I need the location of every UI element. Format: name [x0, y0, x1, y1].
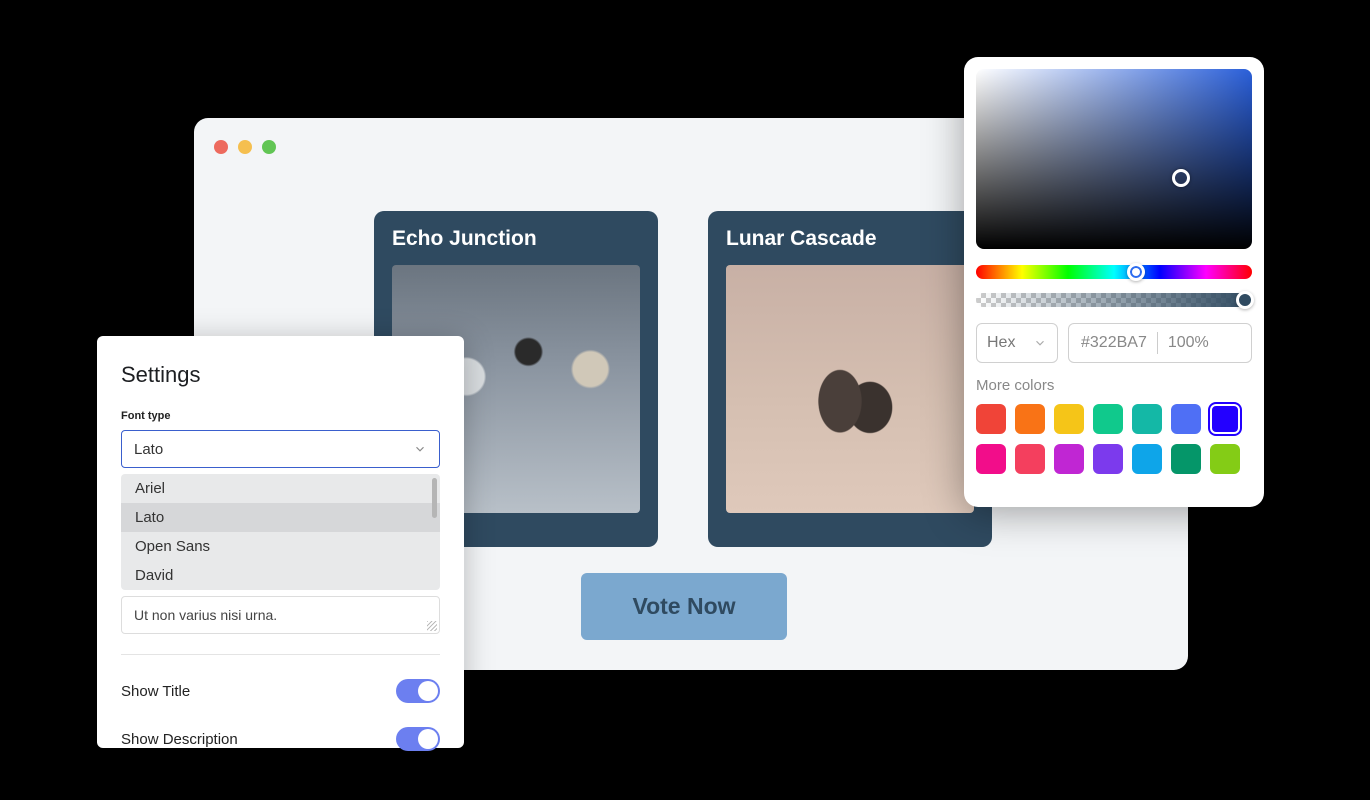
card-title: Echo Junction	[392, 227, 640, 251]
color-swatch[interactable]	[1093, 404, 1123, 434]
hex-input[interactable]: #322BA7 100%	[1068, 323, 1252, 363]
color-swatch[interactable]	[1054, 404, 1084, 434]
color-swatch[interactable]	[1210, 404, 1240, 434]
hex-value: #322BA7	[1081, 334, 1147, 352]
description-value: Ut non varius nisi urna.	[134, 607, 277, 623]
swatch-row	[976, 444, 1252, 474]
color-swatch[interactable]	[976, 404, 1006, 434]
font-dropdown: Ariel Lato Open Sans David	[121, 474, 440, 590]
show-title-row: Show Title	[121, 667, 440, 715]
color-swatch[interactable]	[1093, 444, 1123, 474]
sv-cursor-icon[interactable]	[1172, 169, 1190, 187]
traffic-lights	[214, 140, 276, 154]
divider	[1157, 332, 1158, 354]
saturation-value-picker[interactable]	[976, 69, 1252, 249]
swatch-row	[976, 404, 1252, 434]
card-title: Lunar Cascade	[726, 227, 974, 251]
font-option[interactable]: Lato	[121, 503, 440, 532]
minimize-icon[interactable]	[238, 140, 252, 154]
font-selected-value: Lato	[134, 441, 163, 458]
font-type-label: Font type	[121, 410, 440, 422]
show-title-toggle[interactable]	[396, 679, 440, 703]
resize-handle-icon[interactable]	[427, 621, 437, 631]
font-option[interactable]: Open Sans	[121, 532, 440, 561]
format-value: Hex	[987, 334, 1015, 352]
color-swatch[interactable]	[1054, 444, 1084, 474]
font-option[interactable]: David	[121, 561, 440, 590]
more-colors-label: More colors	[976, 377, 1252, 394]
color-swatch[interactable]	[1171, 444, 1201, 474]
vote-now-button[interactable]: Vote Now	[581, 573, 787, 640]
color-swatch[interactable]	[1015, 404, 1045, 434]
close-icon[interactable]	[214, 140, 228, 154]
card-image	[726, 265, 974, 513]
settings-panel: Settings Font type Lato Ariel Lato Open …	[97, 336, 464, 748]
color-inputs: Hex #322BA7 100%	[976, 323, 1252, 363]
alpha-slider[interactable]	[976, 293, 1252, 307]
show-description-toggle[interactable]	[396, 727, 440, 751]
color-swatch[interactable]	[976, 444, 1006, 474]
color-swatch[interactable]	[1210, 444, 1240, 474]
alpha-cursor-icon[interactable]	[1236, 291, 1254, 309]
panel-title: Settings	[121, 362, 440, 388]
chevron-down-icon	[1033, 336, 1047, 350]
toggle-label: Show Description	[121, 731, 238, 748]
show-description-row: Show Description	[121, 715, 440, 763]
color-format-select[interactable]: Hex	[976, 323, 1058, 363]
color-picker-panel: Hex #322BA7 100% More colors	[964, 57, 1264, 507]
hue-cursor-icon[interactable]	[1127, 263, 1145, 281]
maximize-icon[interactable]	[262, 140, 276, 154]
color-swatch[interactable]	[1171, 404, 1201, 434]
color-swatch[interactable]	[1132, 444, 1162, 474]
font-type-select[interactable]: Lato	[121, 430, 440, 468]
color-swatch[interactable]	[1132, 404, 1162, 434]
hue-slider[interactable]	[976, 265, 1252, 279]
toggle-label: Show Title	[121, 683, 190, 700]
vote-card[interactable]: Lunar Cascade	[708, 211, 992, 547]
divider	[121, 654, 440, 655]
opacity-value: 100%	[1168, 334, 1209, 352]
description-textarea[interactable]: Ut non varius nisi urna.	[121, 596, 440, 634]
chevron-down-icon	[413, 442, 427, 456]
font-option[interactable]: Ariel	[121, 474, 440, 503]
scrollbar[interactable]	[432, 478, 437, 518]
color-swatch[interactable]	[1015, 444, 1045, 474]
